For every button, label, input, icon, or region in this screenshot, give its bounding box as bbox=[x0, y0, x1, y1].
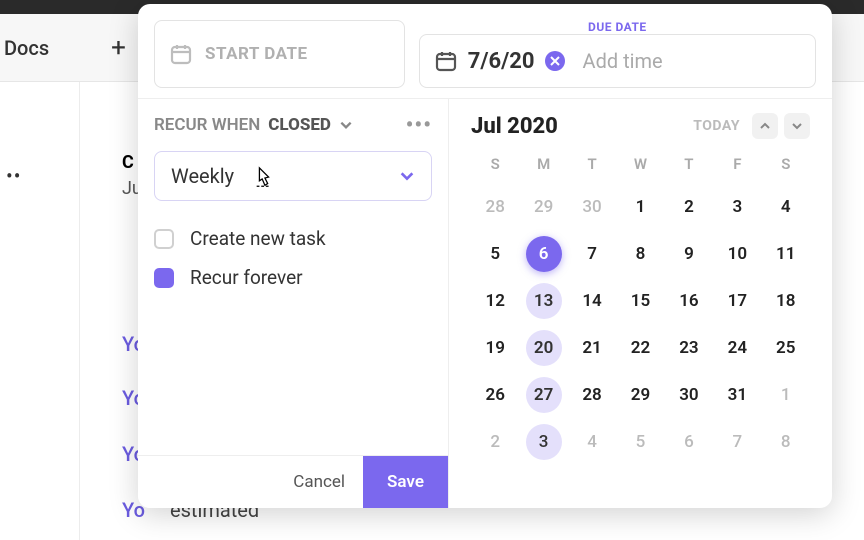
close-icon bbox=[550, 56, 560, 66]
calendar-day[interactable]: 16 bbox=[665, 277, 713, 324]
checkbox-unchecked-icon[interactable] bbox=[154, 229, 174, 249]
start-date-input[interactable]: START DATE bbox=[154, 20, 405, 88]
calendar-day[interactable]: 23 bbox=[665, 324, 713, 371]
calendar-day[interactable]: 21 bbox=[568, 324, 616, 371]
calendar-day[interactable]: 27 bbox=[519, 371, 567, 418]
today-button[interactable]: TODAY bbox=[687, 114, 746, 138]
calendar-day[interactable]: 6 bbox=[519, 230, 567, 277]
calendar-day[interactable]: 4 bbox=[568, 418, 616, 465]
due-date-title: DUE DATE bbox=[419, 20, 816, 34]
calendar-day[interactable]: 14 bbox=[568, 277, 616, 324]
calendar-day[interactable]: 2 bbox=[665, 183, 713, 230]
calendar-day[interactable]: 30 bbox=[568, 183, 616, 230]
modal-footer: Cancel Save bbox=[138, 455, 448, 508]
calendar-day[interactable]: 29 bbox=[616, 371, 664, 418]
calendar-day[interactable]: 15 bbox=[616, 277, 664, 324]
calendar-day[interactable]: 6 bbox=[665, 418, 713, 465]
calendar-day[interactable]: 24 bbox=[713, 324, 761, 371]
modal-body: RECUR WHEN CLOSED ••• Weekly Create new … bbox=[138, 98, 832, 508]
create-new-task-option[interactable]: Create new task bbox=[154, 227, 432, 250]
calendar-day[interactable]: 30 bbox=[665, 371, 713, 418]
calendar-icon bbox=[169, 42, 193, 66]
weekday-label: M bbox=[519, 149, 567, 179]
calendar-day[interactable]: 8 bbox=[762, 418, 810, 465]
calendar-day[interactable]: 12 bbox=[471, 277, 519, 324]
frequency-value: Weekly bbox=[171, 164, 234, 188]
recur-when-label: RECUR WHEN bbox=[154, 115, 260, 135]
chevron-down-icon bbox=[399, 168, 415, 184]
more-icon[interactable]: •• bbox=[6, 164, 22, 188]
cursor-icon bbox=[253, 166, 275, 190]
calendar-day[interactable]: 7 bbox=[568, 230, 616, 277]
calendar-day[interactable]: 9 bbox=[665, 230, 713, 277]
recurrence-panel: RECUR WHEN CLOSED ••• Weekly Create new … bbox=[138, 98, 448, 508]
checkbox-label: Create new task bbox=[190, 227, 326, 250]
start-date-label: START DATE bbox=[205, 44, 308, 64]
due-date-value: 7/6/20 bbox=[468, 49, 535, 74]
calendar-grid: 2829301234567891011121314151617181920212… bbox=[471, 183, 810, 465]
calendar-month-label: Jul 2020 bbox=[471, 114, 558, 139]
chevron-up-icon bbox=[759, 120, 771, 132]
calendar-day[interactable]: 11 bbox=[762, 230, 810, 277]
calendar-day[interactable]: 5 bbox=[616, 418, 664, 465]
calendar-weekday-row: SMTWTFS bbox=[471, 149, 810, 179]
calendar-day[interactable]: 4 bbox=[762, 183, 810, 230]
weekday-label: S bbox=[762, 149, 810, 179]
calendar-icon bbox=[434, 49, 458, 73]
weekday-label: T bbox=[568, 149, 616, 179]
checkbox-label: Recur forever bbox=[190, 266, 303, 289]
recur-options-icon[interactable]: ••• bbox=[406, 120, 432, 131]
calendar-day[interactable]: 7 bbox=[713, 418, 761, 465]
calendar-day[interactable]: 22 bbox=[616, 324, 664, 371]
bg-text: C bbox=[122, 152, 134, 173]
calendar-day[interactable]: 28 bbox=[568, 371, 616, 418]
frequency-dropdown[interactable]: Weekly bbox=[154, 151, 432, 201]
nav-docs-tab[interactable]: Docs bbox=[4, 36, 49, 60]
checkbox-checked-icon[interactable] bbox=[154, 268, 174, 288]
add-time-button[interactable]: Add time bbox=[583, 49, 663, 73]
calendar-day[interactable]: 13 bbox=[519, 277, 567, 324]
add-tab-icon[interactable]: + bbox=[111, 33, 126, 63]
calendar-day[interactable]: 3 bbox=[713, 183, 761, 230]
weekday-label: S bbox=[471, 149, 519, 179]
calendar-day[interactable]: 20 bbox=[519, 324, 567, 371]
recur-when-value: CLOSED bbox=[268, 115, 331, 135]
calendar-day[interactable]: 26 bbox=[471, 371, 519, 418]
next-month-button[interactable] bbox=[784, 113, 810, 139]
prev-month-button[interactable] bbox=[752, 113, 778, 139]
left-gutter bbox=[0, 82, 80, 540]
calendar-panel: Jul 2020 TODAY SMTWTFS 28293012345678910… bbox=[448, 98, 832, 508]
calendar-header: Jul 2020 TODAY bbox=[471, 113, 810, 139]
recur-when-selector[interactable]: RECUR WHEN CLOSED ••• bbox=[154, 115, 432, 135]
calendar-day[interactable]: 10 bbox=[713, 230, 761, 277]
calendar-day[interactable]: 29 bbox=[519, 183, 567, 230]
weekday-label: W bbox=[616, 149, 664, 179]
cancel-button[interactable]: Cancel bbox=[275, 456, 363, 508]
calendar-day[interactable]: 18 bbox=[762, 277, 810, 324]
chevron-down-icon bbox=[339, 118, 353, 132]
calendar-day[interactable]: 31 bbox=[713, 371, 761, 418]
chevron-down-icon bbox=[791, 120, 803, 132]
calendar-day[interactable]: 1 bbox=[762, 371, 810, 418]
save-button[interactable]: Save bbox=[363, 456, 448, 508]
calendar-day[interactable]: 17 bbox=[713, 277, 761, 324]
due-date-wrap: DUE DATE 7/6/20 Add time bbox=[419, 20, 816, 88]
calendar-day[interactable]: 1 bbox=[616, 183, 664, 230]
calendar-day[interactable]: 28 bbox=[471, 183, 519, 230]
calendar-day[interactable]: 25 bbox=[762, 324, 810, 371]
calendar-day[interactable]: 2 bbox=[471, 418, 519, 465]
weekday-label: T bbox=[665, 149, 713, 179]
date-picker-modal: START DATE DUE DATE 7/6/20 Add time RECU… bbox=[138, 4, 832, 508]
calendar-controls: TODAY bbox=[687, 113, 810, 139]
calendar-day[interactable]: 3 bbox=[519, 418, 567, 465]
weekday-label: F bbox=[713, 149, 761, 179]
date-inputs-row: START DATE DUE DATE 7/6/20 Add time bbox=[138, 4, 832, 98]
calendar-day[interactable]: 5 bbox=[471, 230, 519, 277]
calendar-day[interactable]: 19 bbox=[471, 324, 519, 371]
recur-forever-option[interactable]: Recur forever bbox=[154, 266, 432, 289]
due-date-input[interactable]: 7/6/20 Add time bbox=[419, 34, 816, 88]
calendar-day[interactable]: 8 bbox=[616, 230, 664, 277]
clear-due-date-button[interactable] bbox=[545, 51, 565, 71]
